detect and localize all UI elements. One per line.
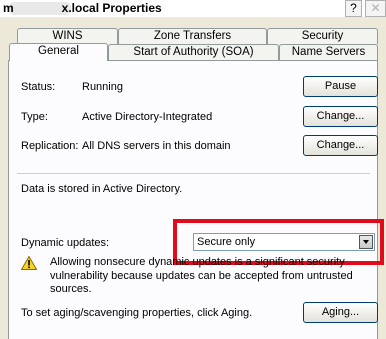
status-label: Status:	[21, 81, 56, 93]
type-label: Type:	[21, 111, 48, 123]
aging-info-text: To set aging/scavenging properties, clic…	[21, 307, 253, 319]
type-change-button[interactable]: Change...	[303, 106, 378, 127]
general-panel	[8, 60, 378, 339]
tab-general[interactable]: General	[9, 43, 108, 61]
separator	[17, 173, 370, 174]
tab-start-of-authority[interactable]: Start of Authority (SOA)	[108, 44, 279, 60]
tab-wins[interactable]: WINS	[17, 28, 118, 44]
warning-icon	[21, 256, 37, 270]
storage-info-text: Data is stored in Active Directory.	[21, 183, 183, 195]
tab-zone-transfers[interactable]: Zone Transfers	[118, 28, 267, 44]
replication-value: All DNS servers in this domain	[82, 140, 231, 152]
replication-change-button[interactable]: Change...	[303, 135, 378, 156]
replication-label: Replication:	[21, 140, 79, 152]
tab-name-servers[interactable]: Name Servers	[279, 44, 378, 60]
security-warning-text: Allowing nonsecure dynamic updates is a …	[50, 256, 353, 295]
type-value: Active Directory-Integrated	[82, 111, 213, 123]
title-bar: m x.local Properties ? ✕	[0, 0, 386, 17]
close-button[interactable]: ✕	[365, 0, 386, 17]
window-title: m x.local Properties	[3, 1, 162, 15]
help-button[interactable]: ?	[345, 0, 362, 17]
tab-security[interactable]: Security	[267, 28, 378, 44]
pause-button[interactable]: Pause	[303, 76, 378, 97]
status-value: Running	[82, 81, 123, 93]
aging-button[interactable]: Aging...	[303, 302, 378, 323]
dynamic-updates-label: Dynamic updates:	[21, 237, 110, 249]
